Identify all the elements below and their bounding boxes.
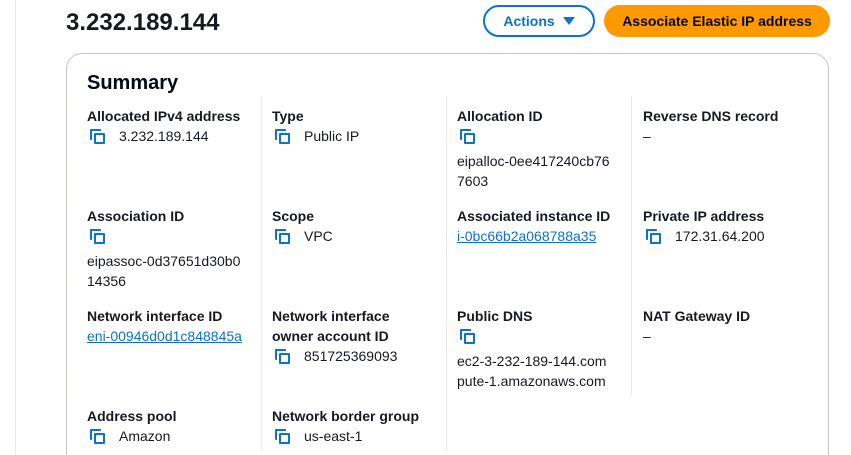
field-value: ec2-3-232-189-144.com — [457, 353, 607, 369]
page-title: 3.232.189.144 — [66, 9, 220, 36]
copy-icon[interactable] — [87, 126, 109, 146]
copy-icon[interactable] — [457, 326, 479, 346]
field-value: – — [643, 128, 651, 144]
associate-elastic-ip-button[interactable]: Associate Elastic IP address — [604, 5, 830, 37]
copy-icon[interactable] — [643, 226, 665, 246]
field-value: 7603 — [457, 173, 489, 189]
copy-icon[interactable] — [272, 426, 294, 446]
field-ni-owner: Network interface owner account ID 85172… — [272, 306, 452, 366]
field-label: Scope — [272, 208, 315, 224]
field-nat-gateway: NAT Gateway ID – — [643, 306, 823, 346]
field-label: Public DNS — [457, 308, 533, 324]
field-public-dns: Public DNS ec2-3-232-189-144.com pute-1.… — [457, 306, 637, 391]
page-header: 3.232.189.144 Actions Associate Elastic … — [66, 5, 832, 39]
field-label: Network border group — [272, 408, 420, 424]
field-type: Type Public IP — [272, 106, 452, 146]
field-label: owner account ID — [272, 328, 389, 344]
actions-button-label: Actions — [503, 13, 555, 29]
summary-title: Summary — [87, 72, 179, 94]
field-address-pool: Address pool Amazon — [87, 406, 267, 446]
copy-icon[interactable] — [87, 426, 109, 446]
copy-icon[interactable] — [272, 126, 294, 146]
field-label: Reverse DNS record — [643, 108, 779, 124]
field-label: NAT Gateway ID — [643, 308, 751, 324]
field-label: Allocated IPv4 address — [87, 108, 241, 124]
field-value: 3.232.189.144 — [119, 128, 209, 144]
field-value: eipassoc-0d37651d30b0 — [87, 253, 241, 269]
caret-down-icon — [562, 17, 575, 25]
field-value: eipalloc-0ee417240cb76 — [457, 153, 610, 169]
page-left-rule — [15, 0, 16, 455]
field-label: Allocation ID — [457, 108, 543, 124]
field-network-interface-id: Network interface ID eni-00946d0d1c84884… — [87, 306, 267, 346]
field-value: pute-1.amazonaws.com — [457, 373, 606, 389]
summary-panel: Summary Allocated IPv4 address 3.232.189… — [66, 53, 829, 455]
field-value-row: 3.232.189.144 — [87, 126, 267, 146]
field-private-ip: Private IP address 172.31.64.200 — [643, 206, 823, 246]
actions-button[interactable]: Actions — [483, 5, 595, 37]
network-interface-link[interactable]: eni-00946d0d1c848845a — [87, 328, 242, 344]
copy-icon[interactable] — [87, 226, 109, 246]
field-associated-instance: Associated instance ID i-0bc66b2a068788a… — [457, 206, 637, 246]
field-value-row: 851725369093 — [272, 346, 452, 366]
copy-icon[interactable] — [272, 346, 294, 366]
copy-icon[interactable] — [272, 226, 294, 246]
field-border-group: Network border group us-east-1 — [272, 406, 452, 446]
associated-instance-link[interactable]: i-0bc66b2a068788a35 — [457, 228, 596, 244]
field-allocated-ipv4: Allocated IPv4 address 3.232.189.144 — [87, 106, 267, 146]
field-value-row: 172.31.64.200 — [643, 226, 823, 246]
field-value: VPC — [304, 228, 333, 244]
field-value-row: us-east-1 — [272, 426, 452, 446]
field-value: Public IP — [304, 128, 360, 144]
field-scope: Scope VPC — [272, 206, 452, 246]
field-label: Network interface — [272, 308, 390, 324]
copy-icon[interactable] — [457, 126, 479, 146]
field-association-id: Association ID eipassoc-0d37651d30b0 143… — [87, 206, 267, 291]
field-allocation-id: Allocation ID eipalloc-0ee417240cb76 760… — [457, 106, 637, 191]
field-value: 14356 — [87, 273, 126, 289]
field-value: – — [643, 328, 651, 344]
field-value: 172.31.64.200 — [675, 228, 765, 244]
field-value-row: Public IP — [272, 126, 452, 146]
field-label: Associated instance ID — [457, 208, 611, 224]
field-value-row: VPC — [272, 226, 452, 246]
field-value: 851725369093 — [304, 348, 398, 364]
field-label: Network interface ID — [87, 308, 223, 324]
field-value: Amazon — [119, 428, 171, 444]
field-label: Association ID — [87, 208, 185, 224]
column-divider — [446, 96, 447, 452]
field-reverse-dns: Reverse DNS record – — [643, 106, 823, 146]
field-label: Address pool — [87, 408, 177, 424]
field-value: us-east-1 — [304, 428, 363, 444]
field-label: Type — [272, 108, 304, 124]
field-label: Private IP address — [643, 208, 765, 224]
field-value-row: Amazon — [87, 426, 267, 446]
